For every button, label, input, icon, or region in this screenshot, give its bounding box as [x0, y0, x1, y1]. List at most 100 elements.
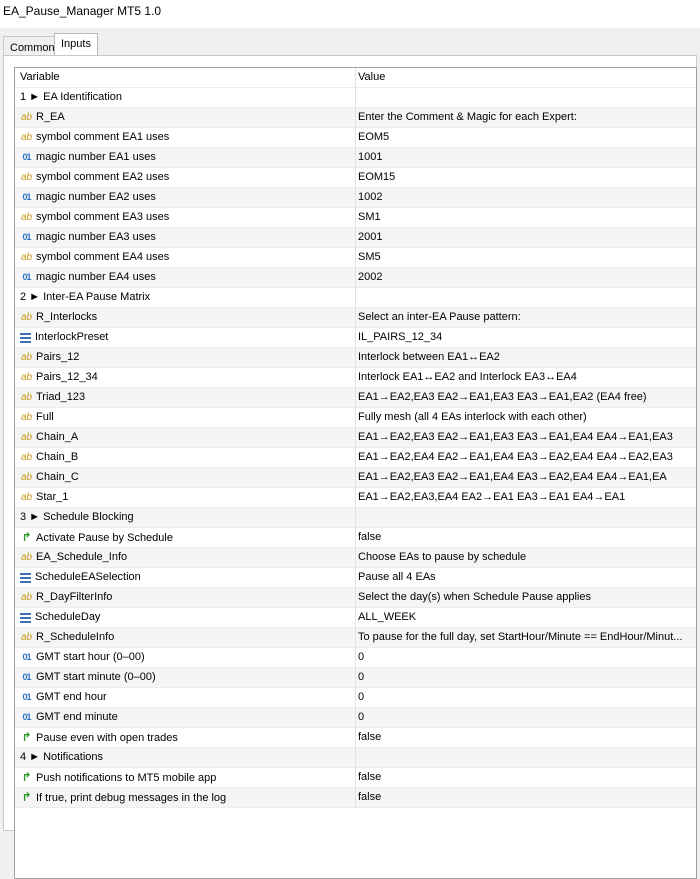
variable-label: magic number EA3 uses: [36, 231, 156, 243]
table-row[interactable]: 01 magic number EA2 uses 1002: [15, 188, 696, 208]
variable-cell: ab symbol comment EA1 uses: [20, 128, 355, 147]
value-cell[interactable]: Interlock between EA1↔EA2: [358, 348, 691, 367]
table-row[interactable]: InterlockPreset IL_PAIRS_12_34: [15, 328, 696, 348]
value-cell[interactable]: SM5: [358, 248, 691, 267]
variable-label: R_EA: [36, 111, 65, 123]
value-cell[interactable]: Interlock EA1↔EA2 and Interlock EA3↔EA4: [358, 368, 691, 387]
table-row[interactable]: 01 GMT start hour (0–00) 0: [15, 648, 696, 668]
table-row[interactable]: ab Chain_B EA1→EA2,EA4 EA2→EA1,EA4 EA3→EA2…: [15, 448, 696, 468]
value-cell[interactable]: Select an inter-EA Pause pattern:: [358, 308, 691, 327]
table-row[interactable]: ScheduleDay ALL_WEEK: [15, 608, 696, 628]
table-row[interactable]: ab symbol comment EA4 uses SM5: [15, 248, 696, 268]
variable-cell: 2 ► Inter-EA Pause Matrix: [20, 288, 355, 307]
variable-cell: 01 GMT end minute: [20, 708, 355, 727]
variable-cell: ab symbol comment EA4 uses: [20, 248, 355, 267]
string-ab-icon: ab: [20, 112, 33, 123]
string-ab-icon: ab: [20, 392, 33, 403]
integer-01-icon: 01: [22, 232, 31, 242]
string-ab-icon: ab: [20, 472, 33, 483]
table-row[interactable]: ↱ Pause even with open trades false: [15, 728, 696, 748]
value-cell[interactable]: EA1→EA2,EA3 EA2→EA1,EA3 EA3→EA1,EA2 (EA4…: [358, 388, 691, 407]
value-cell[interactable]: Select the day(s) when Schedule Pause ap…: [358, 588, 691, 607]
variable-cell: ab Chain_A: [20, 428, 355, 447]
table-row[interactable]: ab Chain_C EA1→EA2,EA3 EA2→EA1,EA4 EA3→EA2…: [15, 468, 696, 488]
table-row[interactable]: 01 magic number EA4 uses 2002: [15, 268, 696, 288]
table-row[interactable]: 01 magic number EA3 uses 2001: [15, 228, 696, 248]
string-ab-icon: ab: [20, 252, 33, 263]
variable-label: GMT end minute: [36, 711, 118, 723]
value-cell[interactable]: 0: [358, 648, 691, 667]
table-row[interactable]: ab Triad_123 EA1→EA2,EA3 EA2→EA1,EA3 EA3→E…: [15, 388, 696, 408]
variable-cell: ab symbol comment EA3 uses: [20, 208, 355, 227]
table-row[interactable]: ScheduleEASelection Pause all 4 EAs: [15, 568, 696, 588]
variable-label: Activate Pause by Schedule: [36, 532, 173, 544]
string-ab-icon: ab: [20, 452, 33, 463]
table-row[interactable]: ↱ Activate Pause by Schedule false: [15, 528, 696, 548]
value-cell[interactable]: Enter the Comment & Magic for each Exper…: [358, 108, 691, 127]
value-cell[interactable]: To pause for the full day, set StartHour…: [358, 628, 691, 647]
group-row[interactable]: 1 ► EA Identification: [15, 88, 696, 108]
value-cell[interactable]: false: [358, 528, 691, 547]
value-cell[interactable]: false: [358, 728, 691, 747]
value-cell[interactable]: SM1: [358, 208, 691, 227]
value-cell[interactable]: Pause all 4 EAs: [358, 568, 691, 587]
table-row[interactable]: 01 GMT end minute 0: [15, 708, 696, 728]
value-cell[interactable]: EOM15: [358, 168, 691, 187]
column-header-variable[interactable]: Variable: [20, 68, 355, 87]
value-cell[interactable]: 2001: [358, 228, 691, 247]
variable-cell: ScheduleEASelection: [20, 568, 355, 587]
table-row[interactable]: ab Pairs_12 Interlock between EA1↔EA2: [15, 348, 696, 368]
value-cell[interactable]: IL_PAIRS_12_34: [358, 328, 691, 347]
table-row[interactable]: ab R_Interlocks Select an inter-EA Pause p…: [15, 308, 696, 328]
group-row[interactable]: 3 ► Schedule Blocking: [15, 508, 696, 528]
value-cell[interactable]: 0: [358, 688, 691, 707]
variable-cell: ab R_Interlocks: [20, 308, 355, 327]
value-cell[interactable]: EA1→EA2,EA4 EA2→EA1,EA4 EA3→EA2,EA4 EA4→…: [358, 448, 691, 467]
table-row[interactable]: ↱ If true, print debug messages in the lo…: [15, 788, 696, 808]
column-header-value[interactable]: Value: [358, 68, 691, 87]
value-cell[interactable]: 1002: [358, 188, 691, 207]
table-row[interactable]: ab symbol comment EA1 uses EOM5: [15, 128, 696, 148]
value-cell[interactable]: EOM5: [358, 128, 691, 147]
table-row[interactable]: ab Star_1 EA1→EA2,EA3,EA4 EA2→EA1 EA3→EA1 …: [15, 488, 696, 508]
value-cell[interactable]: EA1→EA2,EA3 EA2→EA1,EA4 EA3→EA2,EA4 EA4→…: [358, 468, 691, 487]
table-row[interactable]: ab R_EA Enter the Comment & Magic for each…: [15, 108, 696, 128]
table-row[interactable]: ab R_ScheduleInfo To pause for the full da…: [15, 628, 696, 648]
value-cell[interactable]: Fully mesh (all 4 EAs interlock with eac…: [358, 408, 691, 427]
table-row[interactable]: ab Pairs_12_34 Interlock EA1↔EA2 and Inter…: [15, 368, 696, 388]
value-cell[interactable]: 0: [358, 668, 691, 687]
variable-label: symbol comment EA4 uses: [36, 251, 170, 263]
string-ab-icon: ab: [20, 172, 33, 183]
value-cell[interactable]: EA1→EA2,EA3,EA4 EA2→EA1 EA3→EA1 EA4→EA1: [358, 488, 691, 507]
variable-label: Pause even with open trades: [36, 732, 178, 744]
table-row[interactable]: ↱ Push notifications to MT5 mobile app fal…: [15, 768, 696, 788]
value-cell[interactable]: false: [358, 768, 691, 787]
value-cell[interactable]: 2002: [358, 268, 691, 287]
value-cell[interactable]: EA1→EA2,EA3 EA2→EA1,EA3 EA3→EA1,EA4 EA4→…: [358, 428, 691, 447]
variable-label: magic number EA2 uses: [36, 191, 156, 203]
variable-label: Push notifications to MT5 mobile app: [36, 772, 217, 784]
value-cell[interactable]: 0: [358, 708, 691, 727]
bool-arrow-icon: ↱: [21, 730, 32, 744]
variable-label: 2 ► Inter-EA Pause Matrix: [20, 291, 151, 303]
table-row[interactable]: 01 magic number EA1 uses 1001: [15, 148, 696, 168]
group-row[interactable]: 2 ► Inter-EA Pause Matrix: [15, 288, 696, 308]
value-cell[interactable]: false: [358, 788, 691, 807]
table-row[interactable]: ab R_DayFilterInfo Select the day(s) when …: [15, 588, 696, 608]
inputs-panel: Variable Value 1 ► EA Identification ab R_…: [3, 55, 697, 879]
table-row[interactable]: ab symbol comment EA2 uses EOM15: [15, 168, 696, 188]
value-cell: [358, 288, 691, 307]
value-cell[interactable]: 1001: [358, 148, 691, 167]
value-cell[interactable]: ALL_WEEK: [358, 608, 691, 627]
table-row[interactable]: ab symbol comment EA3 uses SM1: [15, 208, 696, 228]
table-row[interactable]: 01 GMT end hour 0: [15, 688, 696, 708]
variable-label: GMT start minute (0–00): [36, 671, 156, 683]
table-row[interactable]: ab Chain_A EA1→EA2,EA3 EA2→EA1,EA3 EA3→EA1…: [15, 428, 696, 448]
tab-common[interactable]: Common: [3, 36, 55, 55]
table-row[interactable]: ab EA_Schedule_Info Choose EAs to pause by…: [15, 548, 696, 568]
tab-inputs[interactable]: Inputs: [54, 33, 98, 56]
table-row[interactable]: 01 GMT start minute (0–00) 0: [15, 668, 696, 688]
table-row[interactable]: ab Full Fully mesh (all 4 EAs interlock wi…: [15, 408, 696, 428]
group-row[interactable]: 4 ► Notifications: [15, 748, 696, 768]
value-cell[interactable]: Choose EAs to pause by schedule: [358, 548, 691, 567]
